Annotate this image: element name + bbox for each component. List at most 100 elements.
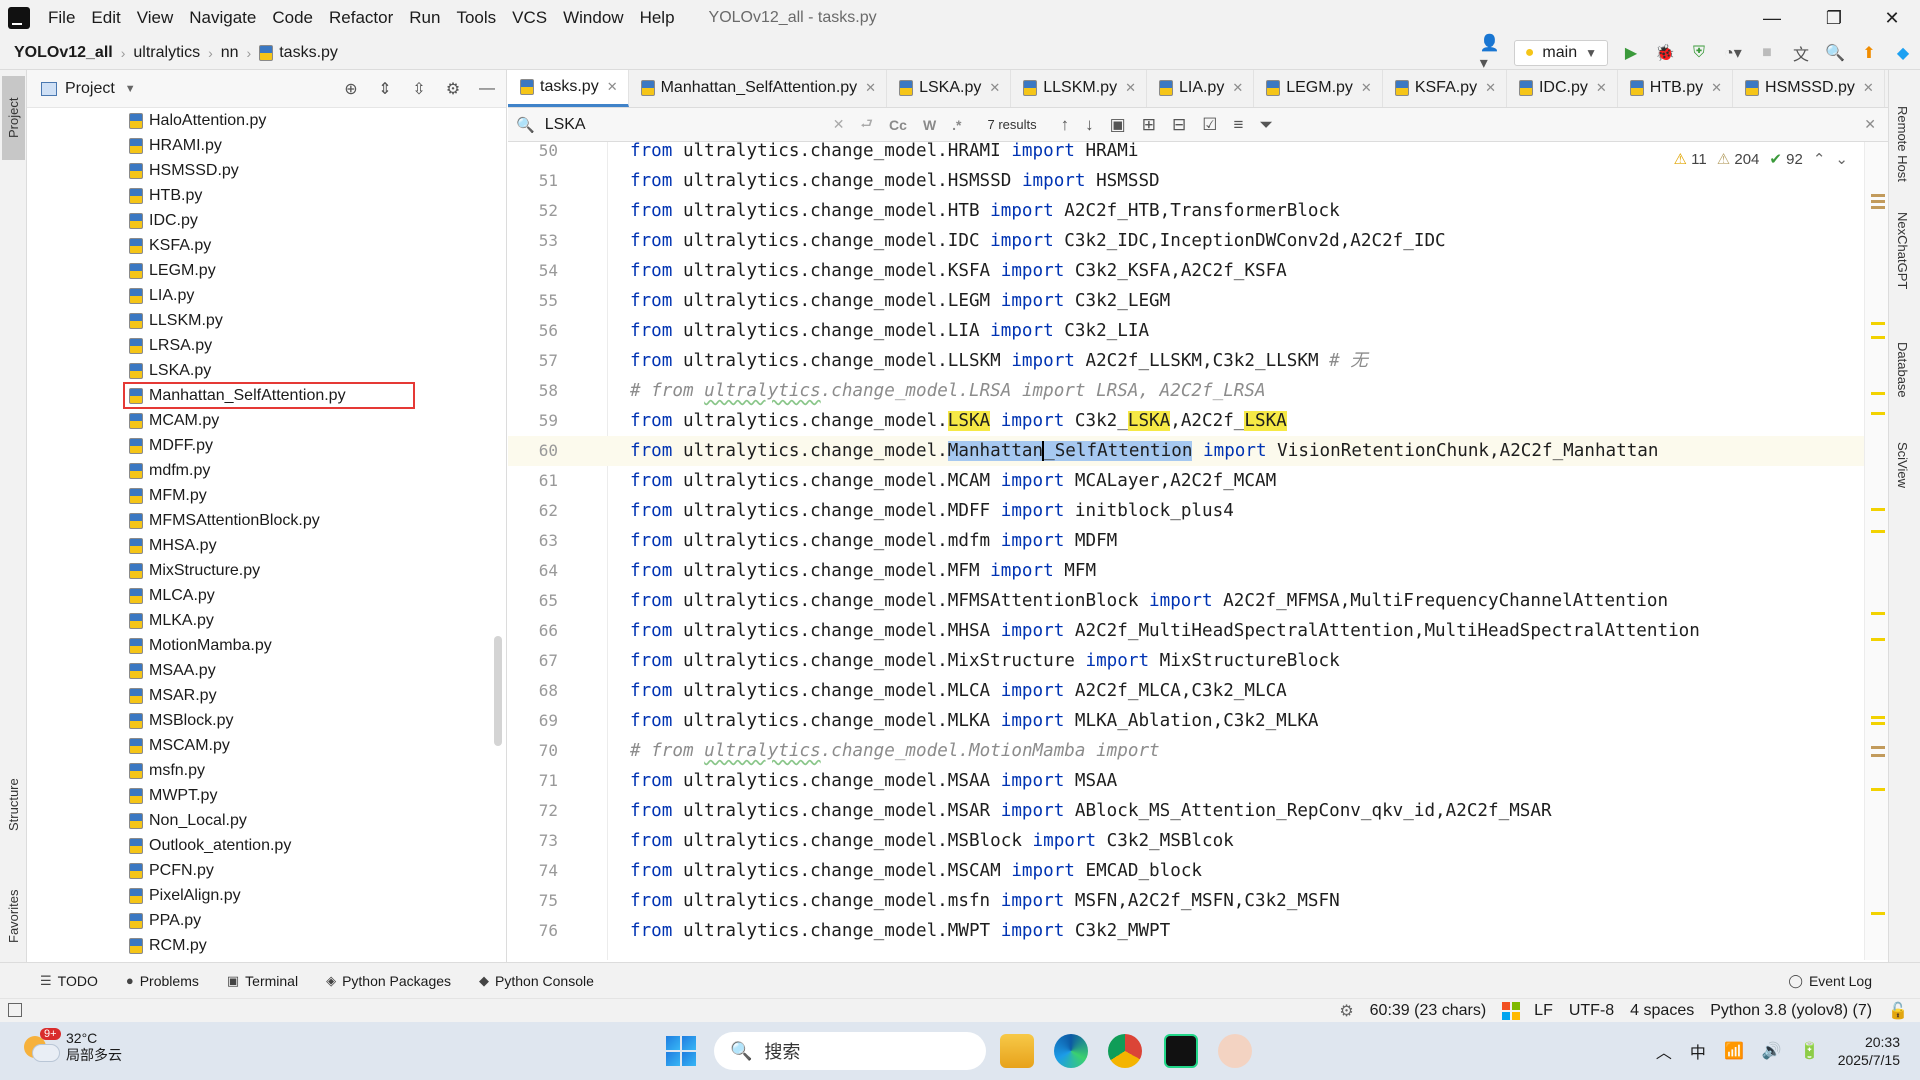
close-tab-icon[interactable]: ✕ — [607, 79, 618, 95]
tree-file-item[interactable]: PCFN.py — [27, 858, 505, 883]
run-configuration-select[interactable]: ● main ▼ — [1513, 40, 1608, 66]
menu-vcs[interactable]: VCS — [504, 0, 555, 36]
tree-file-item[interactable]: MLKA.py — [27, 608, 505, 633]
tree-file-item[interactable]: Non_Local.py — [27, 808, 505, 833]
error-stripe[interactable] — [1864, 142, 1888, 960]
menu-view[interactable]: View — [129, 0, 182, 36]
tree-file-item[interactable]: MDFF.py — [27, 433, 505, 458]
tree-file-item[interactable]: LSKA.py — [27, 358, 505, 383]
code-view[interactable]: 50 from ultralytics.change_model.HRAMI im… — [508, 142, 1888, 960]
clear-search-icon[interactable]: ✕ — [833, 116, 845, 133]
tree-file-item[interactable]: MHSA.py — [27, 533, 505, 558]
select-all-occurrences-icon[interactable]: ☑ — [1202, 115, 1217, 135]
stripe-marker[interactable] — [1871, 508, 1885, 511]
close-tab-icon[interactable]: ✕ — [989, 80, 1000, 96]
code-line[interactable]: 74 from ultralytics.change_model.MSCAM im… — [508, 856, 1888, 886]
stripe-marker[interactable] — [1871, 412, 1885, 415]
collapse-all-icon[interactable]: ⇳ — [408, 78, 430, 100]
tree-file-item[interactable]: MLCA.py — [27, 583, 505, 608]
menu-edit[interactable]: Edit — [83, 0, 128, 36]
code-line[interactable]: 60 from ultralytics.change_model.Manhatta… — [508, 436, 1888, 466]
menu-tools[interactable]: Tools — [448, 0, 504, 36]
editor-tab[interactable]: HTB.py ✕ — [1618, 70, 1734, 107]
update-icon[interactable]: ⬆ — [1858, 42, 1880, 64]
user-icon[interactable]: 👤▾ — [1480, 35, 1502, 72]
tree-file-item[interactable]: Outlook_atention.py — [27, 833, 505, 858]
menu-navigate[interactable]: Navigate — [181, 0, 264, 36]
chevron-up-icon[interactable]: ︿ — [1656, 1039, 1672, 1063]
hide-panel-icon[interactable]: — — [476, 78, 498, 100]
line-separator[interactable]: LF — [1534, 1002, 1553, 1020]
ime-indicator[interactable]: 中 — [1690, 1039, 1706, 1063]
tree-file-item[interactable]: MSAR.py — [27, 683, 505, 708]
code-line[interactable]: 59 from ultralytics.change_model.LSKA imp… — [508, 406, 1888, 436]
close-tab-icon[interactable]: ✕ — [1596, 80, 1607, 96]
tree-file-item[interactable]: LRSA.py — [27, 333, 505, 358]
terminal-button[interactable]: ▣ Terminal — [227, 973, 298, 989]
menu-code[interactable]: Code — [264, 0, 321, 36]
history-icon[interactable]: ⮐ — [860, 113, 873, 137]
tree-file-item[interactable]: LIA.py — [27, 283, 505, 308]
code-line[interactable]: 70 # from ultralytics.change_model.Motion… — [508, 736, 1888, 766]
minimize-button[interactable]: — — [1744, 0, 1800, 36]
breadcrumb-project[interactable]: YOLOv12_all — [14, 44, 113, 62]
tree-file-item[interactable]: msfn.py — [27, 758, 505, 783]
stripe-marker[interactable] — [1871, 746, 1885, 749]
remote-host-tool-tab[interactable]: Remote Host — [1895, 106, 1910, 182]
tree-file-item[interactable]: PixelAlign.py — [27, 883, 505, 908]
chevron-down-icon[interactable]: ▼ — [125, 83, 136, 95]
code-line[interactable]: 58 # from ultralytics.change_model.LRSA i… — [508, 376, 1888, 406]
chevron-down-icon[interactable]: ⌄ — [1835, 150, 1848, 168]
editor-tab[interactable]: LEGM.py ✕ — [1254, 70, 1383, 107]
close-window-button[interactable]: ✕ — [1864, 0, 1920, 36]
code-line[interactable]: 68 from ultralytics.change_model.MLCA imp… — [508, 676, 1888, 706]
tree-file-item[interactable]: MCAM.py — [27, 408, 505, 433]
chrome-browser-icon[interactable] — [1108, 1034, 1142, 1068]
tree-file-item[interactable]: Manhattan_SelfAttention.py — [123, 382, 415, 409]
close-tab-icon[interactable]: ✕ — [1361, 80, 1372, 96]
event-log-button[interactable]: ◯ Event Log — [1788, 973, 1872, 989]
tree-file-item[interactable]: LLSKM.py — [27, 308, 505, 333]
debug-icon[interactable]: 🐞 — [1654, 42, 1676, 64]
inspection-widget[interactable]: ⚠ 11 ⚠ 204 ✔ 92 ⌃ ⌄ — [1673, 150, 1848, 168]
tree-file-item[interactable]: MSCAM.py — [27, 733, 505, 758]
tree-scrollbar[interactable] — [494, 636, 502, 746]
tree-file-item[interactable]: HaloAttention.py — [27, 108, 505, 133]
tree-file-item[interactable]: HTB.py — [27, 183, 505, 208]
tree-file-item[interactable]: HRAMI.py — [27, 133, 505, 158]
match-case-toggle[interactable]: Cc — [889, 117, 907, 133]
close-tab-icon[interactable]: ✕ — [1863, 80, 1874, 96]
code-line[interactable]: 56 from ultralytics.change_model.LIA impo… — [508, 316, 1888, 346]
clock[interactable]: 20:33 2025/7/15 — [1838, 1033, 1900, 1069]
stripe-marker[interactable] — [1871, 638, 1885, 641]
code-line[interactable]: 55 from ultralytics.change_model.LEGM imp… — [508, 286, 1888, 316]
code-line[interactable]: 73 from ultralytics.change_model.MSBlock … — [508, 826, 1888, 856]
find-input[interactable] — [534, 111, 825, 138]
todo-button[interactable]: ☰ TODO — [40, 973, 98, 989]
edge-browser-icon[interactable] — [1054, 1034, 1088, 1068]
stripe-marker[interactable] — [1871, 206, 1885, 209]
close-tab-icon[interactable]: ✕ — [1125, 80, 1136, 96]
regex-toggle[interactable]: .* — [952, 117, 961, 133]
python-console-button[interactable]: ◆ Python Console — [479, 973, 594, 989]
stripe-marker[interactable] — [1871, 754, 1885, 757]
wifi-icon[interactable]: 📶 — [1724, 1041, 1744, 1061]
run-icon[interactable]: ▶ — [1620, 42, 1642, 64]
locate-file-icon[interactable]: ⊕ — [340, 78, 362, 100]
stripe-marker[interactable] — [1871, 194, 1885, 197]
start-button[interactable] — [666, 1036, 696, 1066]
tree-file-item[interactable]: KSFA.py — [27, 233, 505, 258]
code-line[interactable]: 63 from ultralytics.change_model.mdfm imp… — [508, 526, 1888, 556]
tree-file-item[interactable]: MFM.py — [27, 483, 505, 508]
editor-tab[interactable]: IDC.py ✕ — [1507, 70, 1618, 107]
stripe-marker[interactable] — [1871, 200, 1885, 203]
close-tab-icon[interactable]: ✕ — [1711, 80, 1722, 96]
code-line[interactable]: 51 from ultralytics.change_model.HSMSSD i… — [508, 166, 1888, 196]
close-find-icon[interactable]: ✕ — [1864, 116, 1876, 133]
code-line[interactable]: 54 from ultralytics.change_model.KSFA imp… — [508, 256, 1888, 286]
editor-tab[interactable]: tasks.py ✕ — [508, 70, 629, 107]
sciview-tool-tab[interactable]: SciView — [1895, 442, 1910, 488]
tree-file-item[interactable]: RCM.py — [27, 933, 505, 958]
python-packages-button[interactable]: ◈ Python Packages — [326, 973, 451, 989]
toggle-tool-windows-icon[interactable] — [8, 1003, 22, 1017]
